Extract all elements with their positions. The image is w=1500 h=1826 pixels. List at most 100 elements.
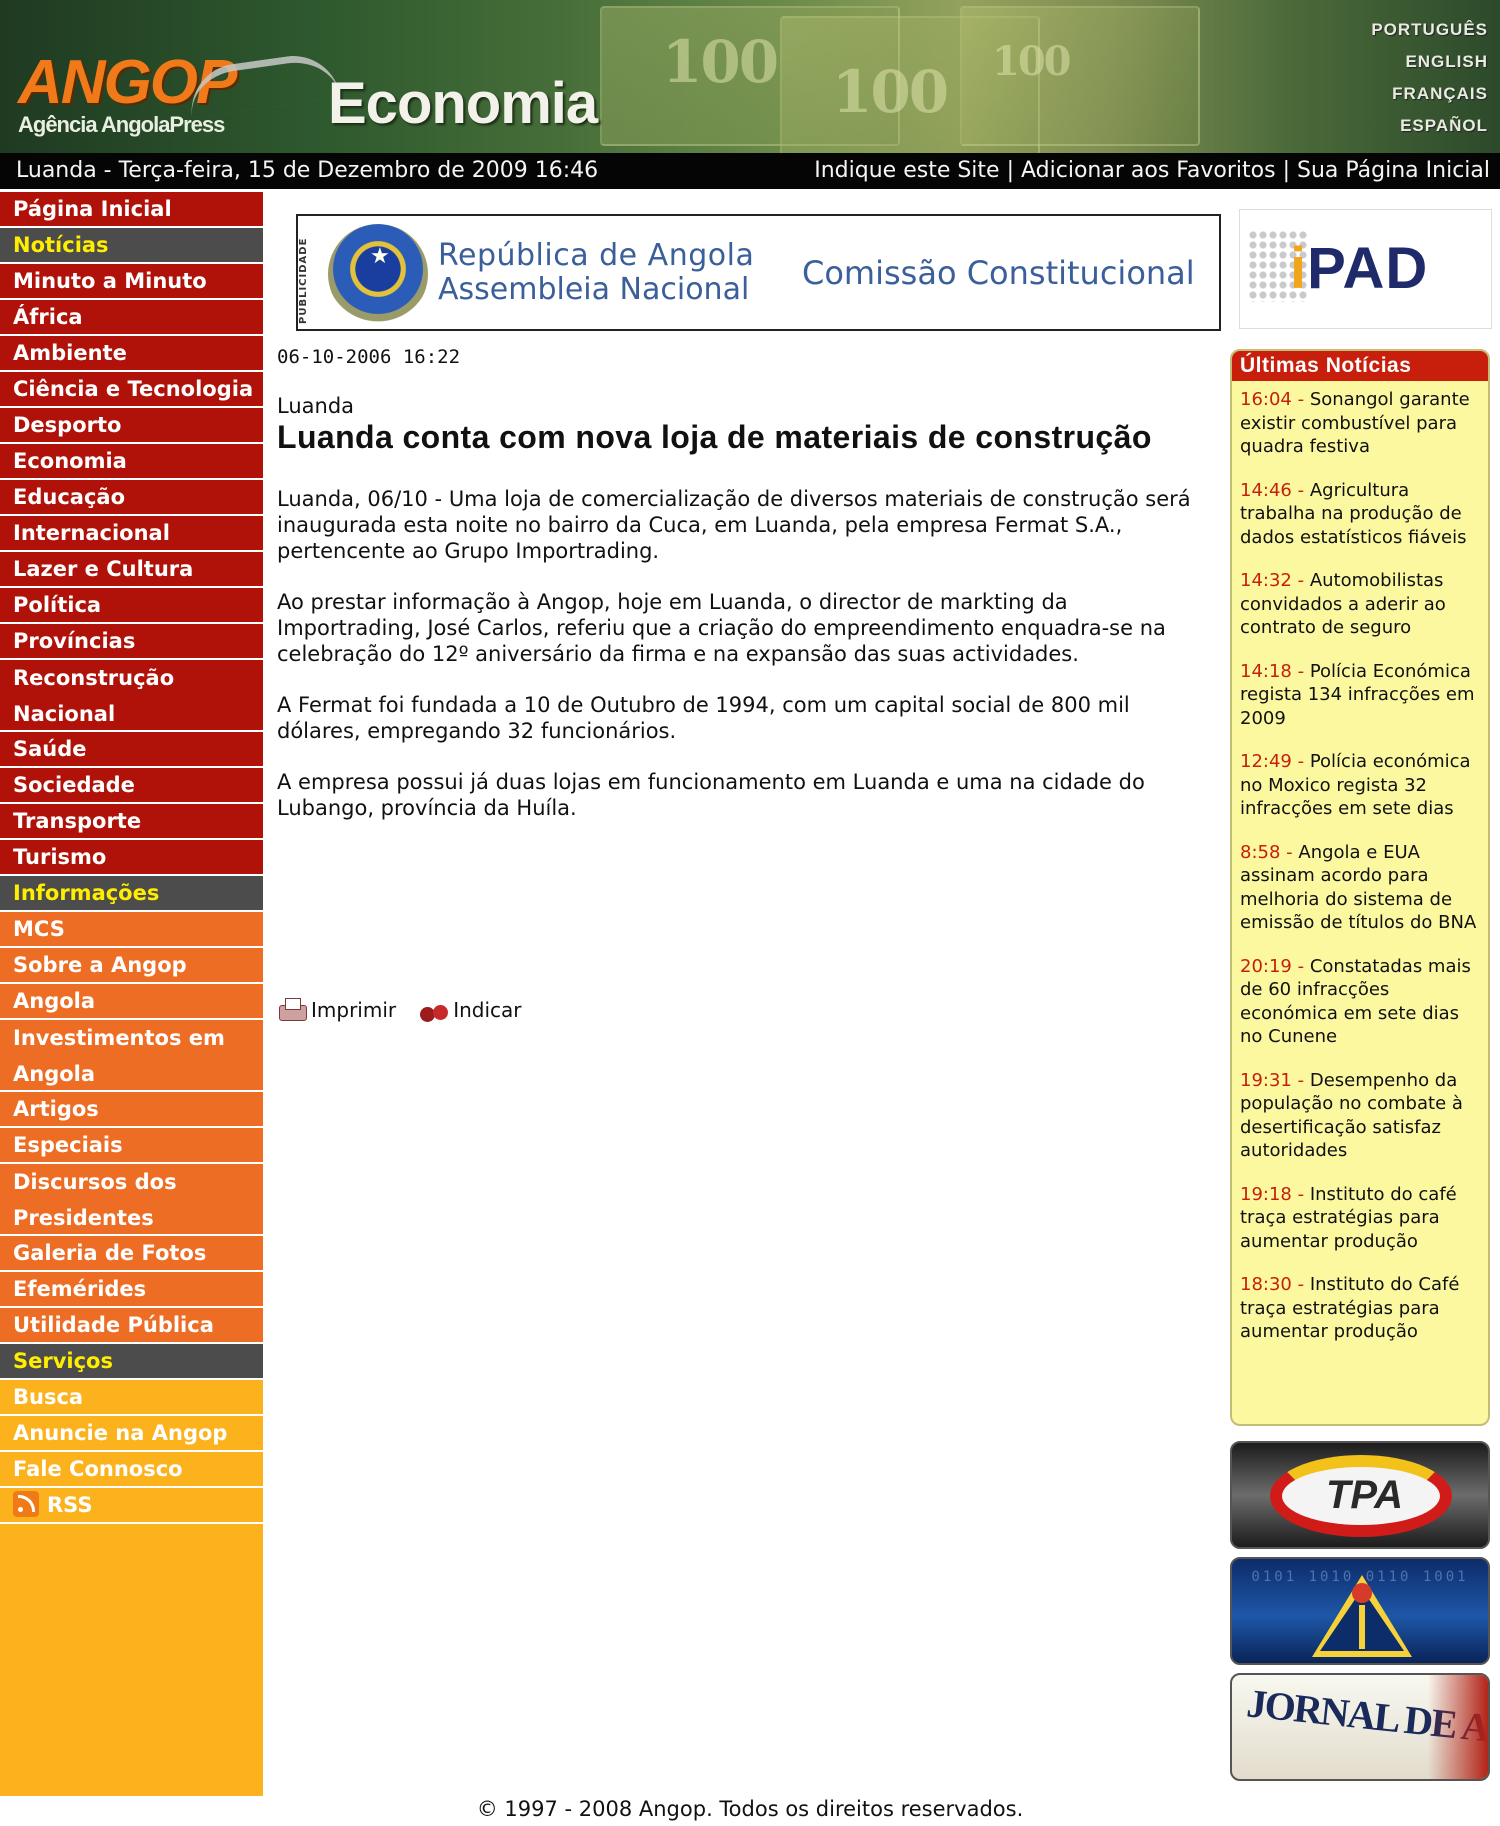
news-time: 14:32 bbox=[1240, 570, 1292, 591]
share-icon bbox=[419, 995, 449, 1025]
ipad-logo[interactable]: iPAD bbox=[1239, 209, 1492, 329]
nav-angola[interactable]: Angola bbox=[0, 984, 263, 1020]
latest-news-title: Últimas Notícias bbox=[1232, 351, 1488, 381]
nav-minuto-a-minuto[interactable]: Minuto a Minuto bbox=[0, 264, 263, 300]
nav-section-servicos: Serviços bbox=[0, 1344, 263, 1380]
nav-galeria-fotos[interactable]: Galeria de Fotos bbox=[0, 1236, 263, 1272]
nav-saude[interactable]: Saúde bbox=[0, 732, 263, 768]
nav-ambiente[interactable]: Ambiente bbox=[0, 336, 263, 372]
nav-mcs[interactable]: MCS bbox=[0, 912, 263, 948]
indicate-label: Indicar bbox=[453, 998, 522, 1022]
nav-rss[interactable]: RSS bbox=[0, 1488, 263, 1524]
news-item[interactable]: 19:31 - Desempenho da população no comba… bbox=[1240, 1069, 1482, 1163]
printer-icon bbox=[277, 995, 307, 1025]
news-item[interactable]: 14:18 - Polícia Económica regista 134 in… bbox=[1240, 660, 1482, 731]
lang-english[interactable]: ENGLISH bbox=[1371, 46, 1488, 78]
nav-desporto[interactable]: Desporto bbox=[0, 408, 263, 444]
tpa-logo-link[interactable]: TPA bbox=[1230, 1441, 1490, 1549]
nav-fale-connosco[interactable]: Fale Connosco bbox=[0, 1452, 263, 1488]
ipad-letters: PAD bbox=[1307, 236, 1429, 301]
article-title: Luanda conta com nova loja de materiais … bbox=[277, 419, 1152, 455]
jornal-de-angola-logo: JORNAL DE ANGOLA bbox=[1244, 1680, 1490, 1765]
news-time: 16:04 bbox=[1240, 389, 1292, 410]
article: 06-10-2006 16:22 Luanda Luanda conta com… bbox=[277, 346, 1207, 821]
banner-line-3: Comissão Constitucional bbox=[802, 254, 1195, 292]
article-datetime: 06-10-2006 16:22 bbox=[277, 346, 461, 368]
ipad-letter-i: i bbox=[1290, 236, 1308, 301]
nav-provincias[interactable]: Províncias bbox=[0, 624, 263, 660]
news-item[interactable]: 12:49 - Polícia económica no Moxico regi… bbox=[1240, 750, 1482, 821]
language-switcher: PORTUGUÊS ENGLISH FRANÇAIS ESPAÑOL bbox=[1371, 14, 1488, 142]
nav-busca[interactable]: Busca bbox=[0, 1380, 263, 1416]
tpa-logo-icon: TPA bbox=[1270, 1455, 1452, 1537]
nav-transporte[interactable]: Transporte bbox=[0, 804, 263, 840]
news-time: 12:49 bbox=[1240, 751, 1292, 772]
nav-sociedade[interactable]: Sociedade bbox=[0, 768, 263, 804]
news-item[interactable]: 14:46 - Agricultura trabalha na produção… bbox=[1240, 479, 1482, 550]
jornal-de-angola-link[interactable]: JORNAL DE ANGOLA bbox=[1230, 1673, 1490, 1781]
nav-home[interactable]: Página Inicial bbox=[0, 192, 263, 228]
nav-section-informacoes: Informações bbox=[0, 876, 263, 912]
article-body: Luanda, 06/10 - Uma loja de comercializa… bbox=[277, 486, 1207, 821]
article-paragraph: A Fermat foi fundada a 10 de Outubro de … bbox=[277, 693, 1130, 743]
nav-lazer-cultura[interactable]: Lazer e Cultura bbox=[0, 552, 263, 588]
nav-investimentos[interactable]: Investimentos em Angola bbox=[0, 1020, 263, 1092]
current-date: Luanda - Terça-feira, 15 de Dezembro de … bbox=[16, 158, 599, 183]
news-item[interactable]: 8:58 - Angola e EUA assinam acordo para … bbox=[1240, 841, 1482, 935]
banknote-value: 100 bbox=[662, 28, 779, 96]
lang-spanish[interactable]: ESPAÑOL bbox=[1371, 110, 1488, 142]
recommend-site-link[interactable]: Indique este Site bbox=[814, 158, 999, 183]
news-item[interactable]: 14:32 - Automobilistas convidados a ader… bbox=[1240, 569, 1482, 640]
nav-efemerides[interactable]: Efemérides bbox=[0, 1272, 263, 1308]
separator: | bbox=[1282, 158, 1291, 183]
news-item[interactable]: 18:30 - Instituto do Café traça estratég… bbox=[1240, 1273, 1482, 1344]
news-time: 14:46 bbox=[1240, 479, 1292, 501]
article-tools: Imprimir Indicar bbox=[277, 995, 540, 1025]
indicate-button[interactable]: Indicar bbox=[419, 995, 522, 1025]
angola-emblem-icon: ★ bbox=[328, 224, 428, 324]
ad-banner[interactable]: PUBLICIDADE ★ República de Angola Assemb… bbox=[296, 214, 1221, 331]
nav-anuncie[interactable]: Anuncie na Angop bbox=[0, 1416, 263, 1452]
news-item[interactable]: 19:18 - Instituto do café traça estratég… bbox=[1240, 1183, 1482, 1254]
nav-artigos[interactable]: Artigos bbox=[0, 1092, 263, 1128]
date-bar: Luanda - Terça-feira, 15 de Dezembro de … bbox=[0, 153, 1500, 189]
nav-sobre-angop[interactable]: Sobre a Angop bbox=[0, 948, 263, 984]
nav-section-noticias: Notícias bbox=[0, 228, 263, 264]
banknote-value: 100 bbox=[992, 38, 1071, 85]
rss-icon bbox=[13, 1491, 39, 1517]
angop-logo[interactable]: ANGOP Agência AngolaPress bbox=[18, 49, 341, 138]
nav-internacional[interactable]: Internacional bbox=[0, 516, 263, 552]
nav-educacao[interactable]: Educação bbox=[0, 480, 263, 516]
news-time: 8:58 bbox=[1240, 841, 1281, 863]
nav-africa[interactable]: África bbox=[0, 300, 263, 336]
banner-line-1: República de Angola bbox=[438, 238, 755, 273]
left-navigation: Página Inicial Notícias Minuto a Minuto … bbox=[0, 192, 263, 1796]
nav-turismo[interactable]: Turismo bbox=[0, 840, 263, 876]
article-paragraph: Ao prestar informação à Angop, hoje em L… bbox=[277, 590, 1166, 666]
nav-especiais[interactable]: Especiais bbox=[0, 1128, 263, 1164]
separator: | bbox=[1006, 158, 1015, 183]
article-paragraph: A empresa possui já duas lojas em funcio… bbox=[277, 770, 1145, 820]
print-button[interactable]: Imprimir bbox=[277, 995, 396, 1025]
nav-reconstrucao-nacional[interactable]: Reconstrução Nacional bbox=[0, 660, 263, 732]
advertising-label: PUBLICIDADE bbox=[298, 237, 309, 324]
tpa-logo-text: TPA bbox=[1326, 1473, 1404, 1517]
news-item[interactable]: 20:19 - Constatadas mais de 60 infracçõe… bbox=[1240, 955, 1482, 1049]
nav-utilidade-publica[interactable]: Utilidade Pública bbox=[0, 1308, 263, 1344]
nav-economia[interactable]: Economia bbox=[0, 444, 263, 480]
add-favorites-link[interactable]: Adicionar aos Favoritos bbox=[1021, 158, 1276, 183]
print-label: Imprimir bbox=[311, 998, 397, 1022]
banner-line-2: Assembleia Nacional bbox=[438, 272, 750, 307]
news-time: 19:18 bbox=[1240, 1183, 1292, 1205]
rna-logo-link[interactable]: 0101 1010 0110 1001 bbox=[1230, 1557, 1490, 1665]
footer-copyright: © 1997 - 2008 Angop. Todos os direitos r… bbox=[476, 1797, 1024, 1821]
nav-discursos[interactable]: Discursos dos Presidentes bbox=[0, 1164, 263, 1236]
lang-french[interactable]: FRANÇAIS bbox=[1371, 78, 1488, 110]
news-item[interactable]: 16:04 - Sonangol garante existir combust… bbox=[1240, 388, 1482, 459]
nav-politica[interactable]: Política bbox=[0, 588, 263, 624]
lang-portuguese[interactable]: PORTUGUÊS bbox=[1371, 14, 1488, 46]
nav-ciencia-tecnologia[interactable]: Ciência e Tecnologia bbox=[0, 372, 263, 408]
latest-news-list: 16:04 - Sonangol garante existir combust… bbox=[1232, 381, 1488, 1344]
set-homepage-link[interactable]: Sua Página Inicial bbox=[1297, 158, 1490, 183]
utility-links: Indique este Site | Adicionar aos Favori… bbox=[814, 153, 1490, 189]
